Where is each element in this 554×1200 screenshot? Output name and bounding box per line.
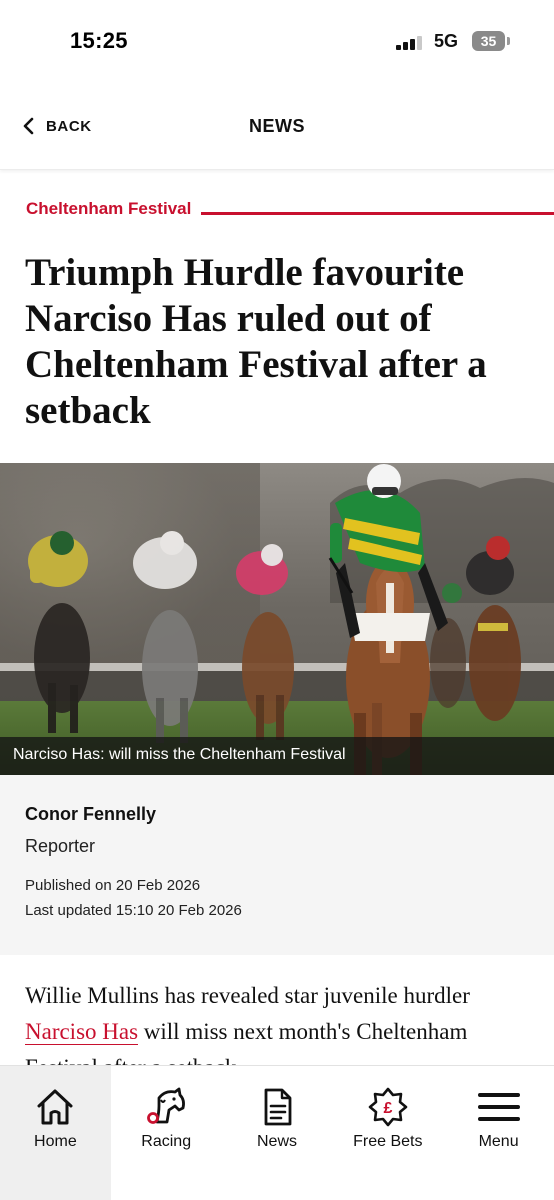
tab-racing[interactable]: Racing [111, 1066, 222, 1200]
image-caption: Narciso Has: will miss the Cheltenham Fe… [13, 746, 346, 763]
updated-date: Last updated 15:10 20 Feb 2026 [25, 902, 242, 919]
published-date: Published on 20 Feb 2026 [25, 877, 201, 894]
home-icon [37, 1089, 73, 1125]
tab-home[interactable]: Home [0, 1066, 111, 1200]
author-block: Conor Fennelly Reporter Published on 20 … [0, 775, 554, 955]
tab-racing-label: Racing [141, 1133, 192, 1150]
hamburger-icon [477, 1093, 520, 1121]
tab-free-bets[interactable]: £ Free Bets [332, 1066, 443, 1200]
nav-bar: BACK NEWS [0, 82, 554, 170]
article-headline: Triumph Hurdle favourite Narciso Has rul… [25, 251, 487, 432]
pound-star-icon: £ [368, 1087, 408, 1127]
tab-news[interactable]: News [222, 1066, 333, 1200]
category-divider [201, 211, 554, 215]
body-text-intro: Willie Mullins has revealed star juvenil… [25, 983, 470, 1008]
horse-profile-link[interactable]: Narciso Has [25, 1019, 139, 1045]
author-role: Reporter [25, 836, 96, 856]
status-time: 15:25 [70, 28, 128, 53]
author-name[interactable]: Conor Fennelly [25, 804, 156, 825]
battery-icon: 35 [472, 31, 505, 51]
bottom-tab-bar: Home Racing News £ Free Bets Menu [0, 1065, 554, 1200]
battery-tip [507, 37, 510, 45]
category-link[interactable]: Cheltenham Festival [26, 199, 191, 219]
status-bar: 15:25 5G 35 [0, 0, 554, 82]
document-icon [264, 1088, 292, 1126]
network-type: 5G [434, 31, 459, 51]
tab-home-label: Home [34, 1133, 77, 1150]
tab-menu[interactable]: Menu [443, 1066, 554, 1200]
tab-menu-label: Menu [478, 1133, 519, 1150]
svg-text:£: £ [383, 1100, 392, 1117]
image-caption-bar: Narciso Has: will miss the Cheltenham Fe… [0, 737, 554, 775]
horse-head-icon [147, 1087, 186, 1124]
page-title: NEWS [249, 116, 305, 136]
category-header: Cheltenham Festival [26, 196, 554, 222]
signal-strength-icon [396, 34, 426, 50]
tab-free-bets-label: Free Bets [353, 1133, 423, 1150]
racehorses-photo [0, 463, 554, 775]
hero-image: Narciso Has: will miss the Cheltenham Fe… [0, 463, 554, 775]
tab-news-label: News [256, 1133, 297, 1150]
